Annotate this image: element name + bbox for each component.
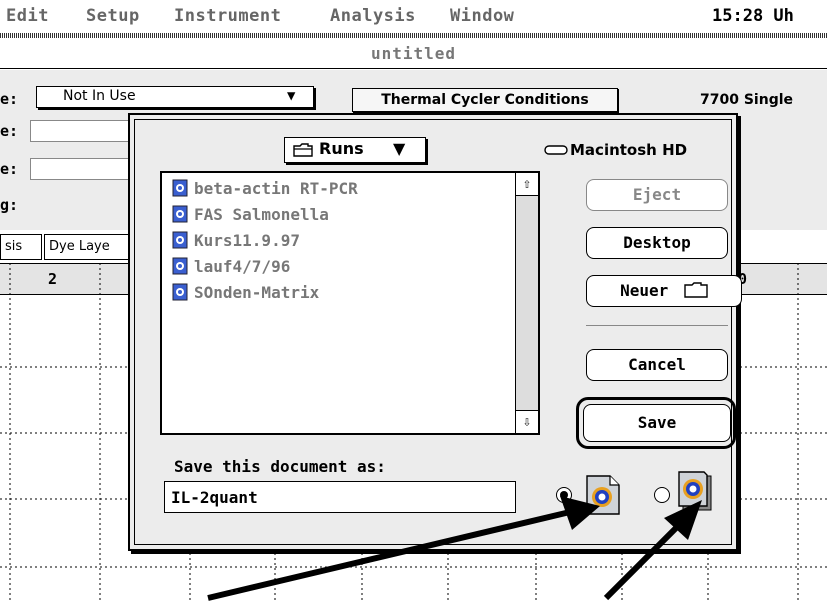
arrow-to-stationery-icon: [603, 500, 702, 601]
arrow-to-document-icon: [207, 496, 600, 601]
annotation-arrows: [207, 496, 702, 601]
